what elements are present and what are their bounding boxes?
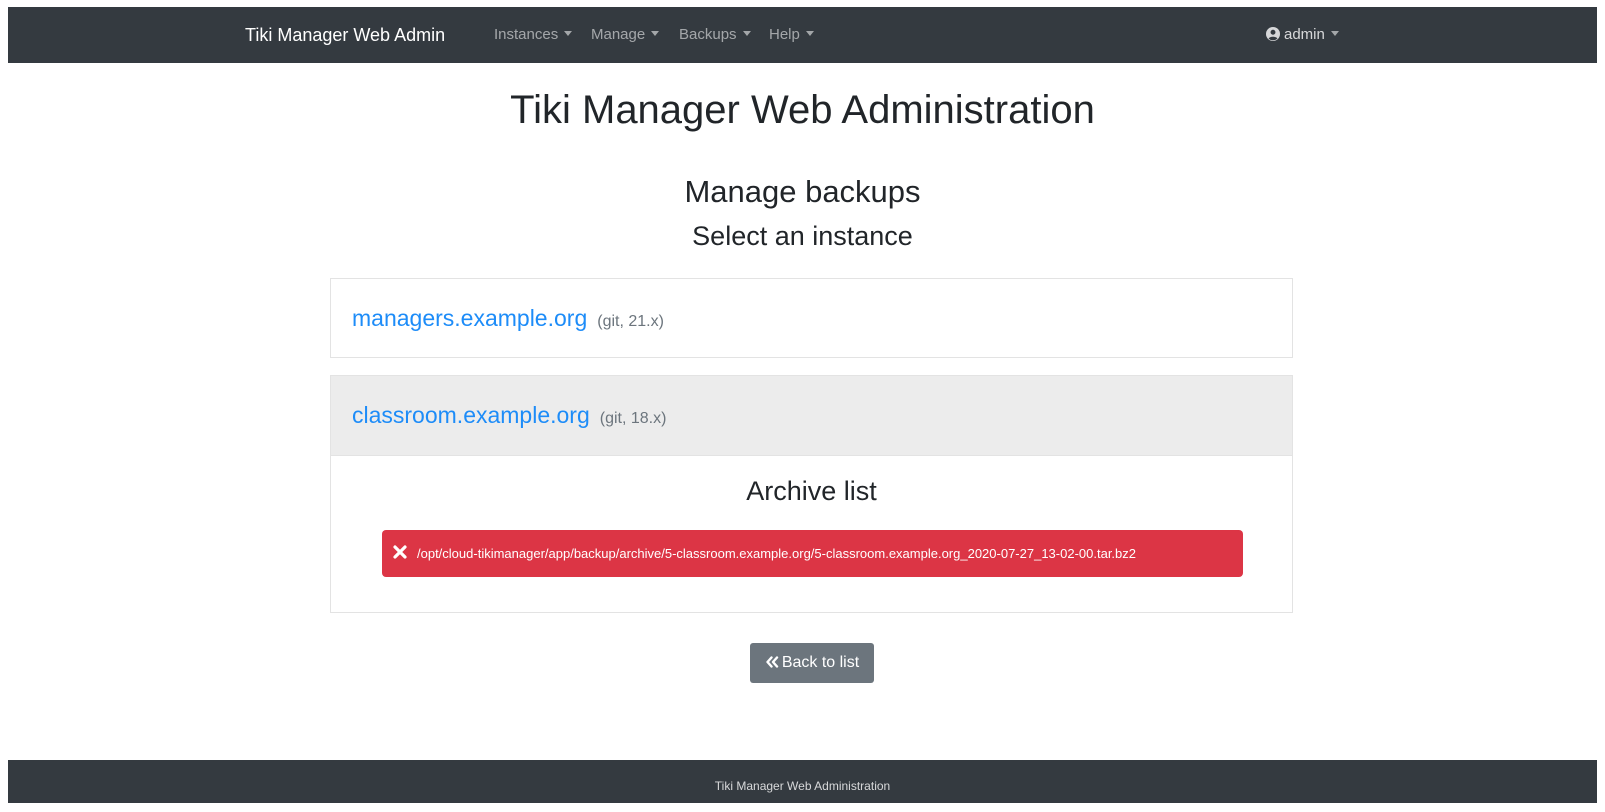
back-button-label: Back to list (781, 654, 860, 671)
nav-menu-label: Instances (494, 26, 559, 43)
close-icon[interactable] (393, 545, 407, 559)
nav-menu-label: Help (769, 26, 800, 43)
nav-menu-instances[interactable]: Instances (494, 7, 573, 63)
caret-down-icon (1330, 31, 1339, 36)
archive-item-path: /opt/cloud-tikimanager/app/backup/archiv… (417, 546, 1136, 561)
archive-item[interactable]: /opt/cloud-tikimanager/app/backup/archiv… (382, 530, 1243, 577)
nav-menu-label: Manage (591, 26, 646, 43)
nav-menu-help[interactable]: Help (769, 7, 814, 63)
caret-down-icon (742, 31, 751, 36)
instance-card-expanded: classroom.example.org (git, 18.x) Archive… (330, 375, 1293, 613)
nav-menu-manage[interactable]: Manage (591, 7, 660, 63)
page-footer: Tiki Manager Web Administration (8, 760, 1597, 803)
user-menu-label: admin (1284, 26, 1325, 43)
instance-card-header[interactable]: managers.example.org (git, 21.x) (331, 279, 1292, 359)
footer-text: Tiki Manager Web Administration (714, 779, 891, 793)
instance-card-header[interactable]: classroom.example.org (git, 18.x) (331, 376, 1292, 456)
section-title: Manage backups (684, 174, 921, 209)
instruction-text: Select an instance (692, 221, 913, 251)
double-chevron-left-icon (766, 656, 779, 668)
instance-link[interactable]: managers.example.org (352, 305, 587, 331)
page-title: Tiki Manager Web Administration (510, 88, 1095, 132)
archive-list-title: Archive list (746, 476, 877, 506)
caret-down-icon (564, 31, 573, 36)
instance-meta: (git, 18.x) (599, 410, 667, 427)
nav-menu-backups[interactable]: Backups (679, 7, 751, 63)
back-to-list-button[interactable]: Back to list (750, 643, 874, 683)
user-circle-icon (1266, 27, 1280, 41)
instance-meta: (git, 21.x) (597, 313, 664, 330)
caret-down-icon (805, 31, 814, 36)
instance-link[interactable]: classroom.example.org (352, 402, 590, 428)
instance-card: managers.example.org (git, 21.x) (330, 278, 1293, 358)
caret-down-icon (651, 31, 660, 36)
nav-menu-label: Backups (679, 26, 737, 43)
navbar-brand[interactable]: Tiki Manager Web Admin (245, 7, 445, 63)
user-menu[interactable]: admin (1266, 7, 1339, 63)
top-navbar: Tiki Manager Web Admin Instances Manage … (8, 7, 1597, 63)
